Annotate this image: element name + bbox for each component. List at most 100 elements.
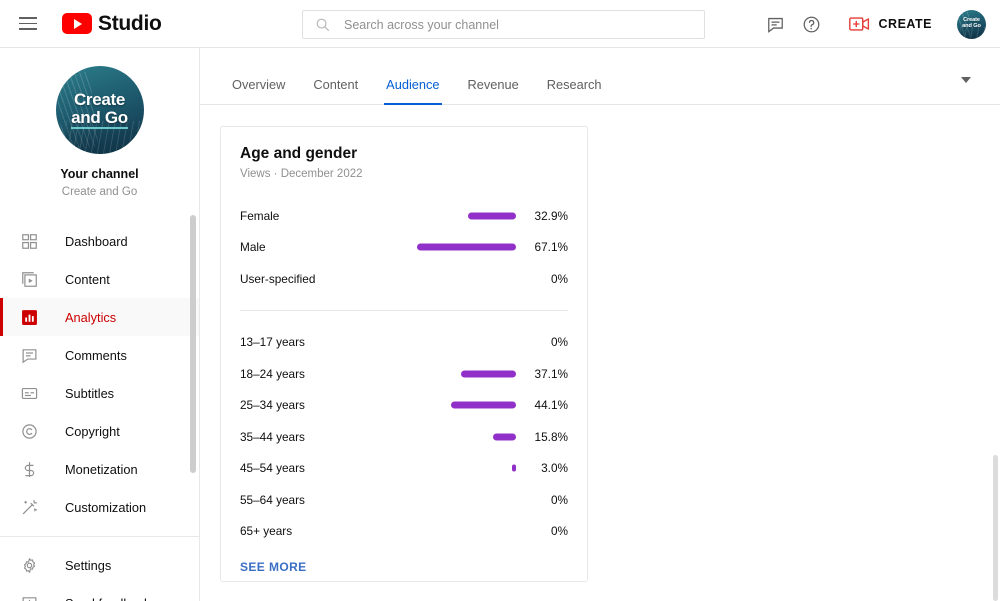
chart-row-label: 18–24 years: [240, 367, 305, 381]
chart-bar: [417, 244, 516, 251]
search-icon: [315, 17, 330, 32]
channel-block: Create and Go Your channel Create and Go: [0, 48, 199, 210]
comments-button[interactable]: [758, 6, 794, 42]
chart-row: 35–44 years 15.8%: [240, 421, 568, 453]
card-title: Age and gender: [240, 145, 568, 163]
sidebar-item-comments[interactable]: Comments: [0, 336, 199, 374]
chart-row: 25–34 years 44.1%: [240, 390, 568, 422]
avatar-line-1: Create: [74, 91, 125, 108]
tab-overview[interactable]: Overview: [218, 77, 299, 104]
analytics-icon: [17, 305, 41, 329]
create-button[interactable]: CREATE: [836, 8, 945, 40]
create-button-label: CREATE: [879, 17, 932, 31]
chart-row-label: 35–44 years: [240, 430, 305, 444]
chart-bar-track: [369, 370, 516, 377]
chart-row: Female32.9%: [240, 200, 568, 232]
studio-logo-text: Studio: [98, 12, 162, 36]
chart-row-value: 0%: [522, 335, 568, 349]
tab-revenue[interactable]: Revenue: [454, 77, 533, 104]
left-sidebar: Create and Go Your channel Create and Go…: [0, 48, 200, 601]
sidebar-item-monetization[interactable]: Monetization: [0, 450, 199, 488]
studio-logo[interactable]: Studio: [62, 12, 162, 36]
tab-content[interactable]: Content: [299, 77, 372, 104]
youtube-play-icon: [62, 13, 92, 34]
avatar-line-2: and Go: [962, 24, 981, 30]
chart-bar: [451, 402, 516, 409]
tab-label: Overview: [232, 77, 285, 92]
sidebar-item-subtitles[interactable]: Subtitles: [0, 374, 199, 412]
chart-row-label: 55–64 years: [240, 493, 305, 507]
chart-bar-track: [369, 244, 516, 251]
sidebar-item-label: Monetization: [65, 462, 138, 477]
sidebar-scrollbar[interactable]: [190, 215, 196, 473]
chart-row-label: Male: [240, 240, 266, 254]
video-plus-icon: [849, 16, 870, 32]
sidebar-item-label: Copyright: [65, 424, 120, 439]
see-more-button[interactable]: SEE MORE: [240, 560, 307, 574]
sidebar-item-label: Comments: [65, 348, 127, 363]
chart-bar-track: [369, 402, 516, 409]
channel-avatar[interactable]: Create and Go: [56, 66, 144, 154]
chart-row-label: 45–54 years: [240, 461, 305, 475]
chart-row-label: 25–34 years: [240, 398, 305, 412]
chart-row: 18–24 years37.1%: [240, 358, 568, 390]
chart-row: 65+ years 0%: [240, 516, 568, 548]
sidebar-item-content[interactable]: Content: [0, 260, 199, 298]
comment-icon: [766, 15, 785, 34]
chart-row-label: 65+ years: [240, 524, 292, 538]
sidebar-divider: [0, 536, 199, 537]
chart-row-label: Female: [240, 209, 279, 223]
sidebar-item-dashboard[interactable]: Dashboard: [0, 222, 199, 260]
chart-bar: [468, 212, 516, 219]
chart-bar-track: [369, 212, 516, 219]
chart-row: User-specified0%: [240, 263, 568, 295]
sidebar-item-copyright[interactable]: Copyright: [0, 412, 199, 450]
analytics-tabs: Overview Content Audience Revenue Resear…: [200, 48, 1000, 105]
tab-research[interactable]: Research: [533, 77, 616, 104]
chevron-down-icon[interactable]: [960, 74, 972, 86]
sidebar-item-label: Customization: [65, 500, 146, 515]
chart-row-value: 44.1%: [522, 398, 568, 412]
tab-label: Revenue: [468, 77, 519, 92]
chart-bar-track: [369, 465, 516, 472]
chart-bar-track: [369, 528, 516, 535]
chart-row-label: 13–17 years: [240, 335, 305, 349]
analytics-icon-glyph: [21, 309, 38, 326]
chart-bar: [461, 370, 516, 377]
card-subtitle: Views · December 2022: [240, 168, 568, 180]
dashboard-icon: [17, 229, 41, 253]
sidebar-item-customization[interactable]: Customization: [0, 488, 199, 526]
sidebar-item-send-feedback[interactable]: Send feedback: [0, 584, 199, 601]
avatar-text: Create and Go: [56, 66, 144, 154]
chart-bar-track: [369, 275, 516, 282]
your-channel-label: Your channel: [60, 167, 138, 181]
top-header: Studio: [0, 0, 1000, 48]
search-bar[interactable]: [302, 10, 705, 39]
search-input[interactable]: [344, 18, 692, 32]
sidebar-item-label: Analytics: [65, 310, 116, 325]
subtitles-icon: [17, 381, 41, 405]
sidebar-item-label: Content: [65, 272, 110, 287]
copyright-icon: [17, 419, 41, 443]
chart-row-value: 15.8%: [522, 430, 568, 444]
main-content: Overview Content Audience Revenue Resear…: [200, 48, 1000, 601]
account-avatar[interactable]: Create and Go: [957, 10, 986, 39]
tab-audience[interactable]: Audience: [372, 77, 453, 104]
sidebar-item-analytics[interactable]: Analytics: [0, 298, 199, 336]
hamburger-icon[interactable]: [16, 12, 40, 36]
tab-label: Audience: [386, 77, 439, 92]
sidebar-item-settings[interactable]: Settings: [0, 546, 199, 584]
help-button[interactable]: [794, 6, 830, 42]
gear-icon: [17, 553, 41, 577]
content-icon: [17, 267, 41, 291]
main-scrollbar[interactable]: [993, 455, 998, 601]
comment-icon: [17, 343, 41, 367]
chart-row-value: 3.0%: [522, 461, 568, 475]
chart-bar-track: [369, 339, 516, 346]
channel-name: Create and Go: [62, 186, 137, 198]
chart-row-value: 0%: [522, 524, 568, 538]
chart-row: 55–64 years0%: [240, 484, 568, 516]
tab-label: Content: [313, 77, 358, 92]
gender-age-divider: [240, 310, 568, 311]
avatar-text: Create and Go: [957, 10, 986, 39]
